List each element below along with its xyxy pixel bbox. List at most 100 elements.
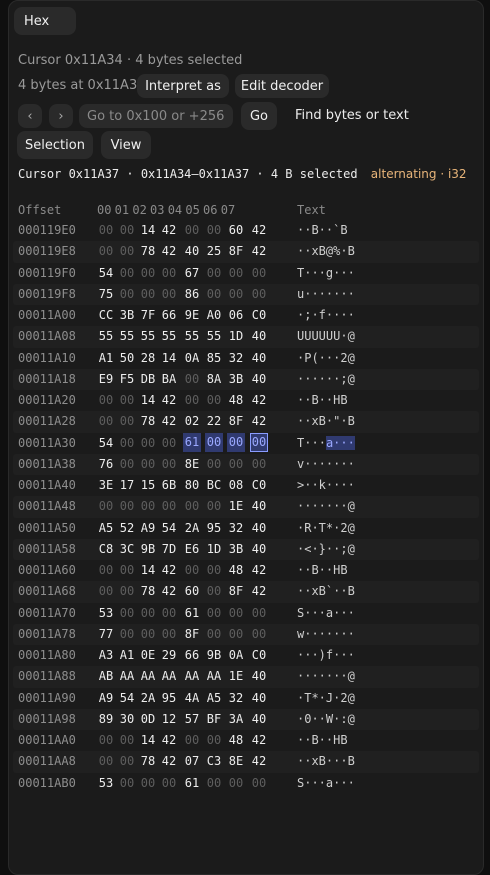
byte-cell[interactable]: 53 (97, 606, 115, 620)
byte-cell[interactable]: 00 (183, 372, 201, 386)
byte-cell[interactable]: 42 (160, 393, 178, 407)
byte-cell[interactable]: 00 (205, 393, 223, 407)
byte-cell[interactable]: 22 (205, 414, 223, 428)
byte-cell[interactable]: 12 (160, 712, 178, 726)
byte-cell[interactable]: 00 (250, 606, 268, 620)
byte-cell[interactable]: 48 (227, 733, 245, 747)
byte-cell[interactable]: 3B (227, 542, 245, 556)
byte-cell[interactable]: 00 (97, 563, 115, 577)
byte-cell[interactable]: 61 (183, 776, 201, 790)
byte-cell[interactable]: 60 (183, 584, 201, 598)
table-row[interactable]: 00011A40 3E 17 15 6B 80 BC 08 C0 >··k···· (9, 475, 483, 496)
byte-cell[interactable]: 00 (160, 266, 178, 280)
byte-cell[interactable]: C0 (250, 308, 268, 322)
byte-cell[interactable]: AA (118, 669, 136, 683)
byte-cell[interactable]: 00 (118, 414, 136, 428)
byte-cell[interactable]: 00 (183, 733, 201, 747)
byte-cell[interactable]: 60 (227, 223, 245, 237)
byte-cell[interactable]: 00 (118, 754, 136, 768)
byte-cell[interactable]: 3E (97, 478, 115, 492)
byte-cell[interactable]: A1 (118, 648, 136, 662)
byte-cell[interactable]: 0E (139, 648, 157, 662)
byte-cell[interactable]: 78 (139, 244, 157, 258)
byte-cell[interactable]: A9 (139, 521, 157, 535)
table-row[interactable]: 00011A08 55 55 55 55 55 55 1D 40 UUUUUU·@ (9, 326, 483, 348)
byte-cell[interactable]: 00 (227, 776, 245, 790)
byte-cell[interactable]: 42 (160, 563, 178, 577)
byte-cell[interactable]: 40 (183, 244, 201, 258)
table-row[interactable]: 00011A88 AB AA AA AA AA AA 1E 40 ·······@ (9, 666, 483, 688)
table-row[interactable]: 000119F0 54 00 00 00 67 00 00 00 T···g··· (9, 263, 483, 284)
byte-cell[interactable]: 00 (139, 457, 157, 471)
byte-cell[interactable]: 00 (205, 432, 223, 452)
byte-cell[interactable]: 80 (183, 478, 201, 492)
row-ascii[interactable]: ···)f··· (297, 648, 355, 662)
byte-cell[interactable]: 42 (250, 563, 268, 577)
byte-cell[interactable]: 40 (250, 351, 268, 365)
byte-cell[interactable]: 42 (250, 584, 268, 598)
row-ascii[interactable]: T···g··· (297, 266, 355, 280)
row-ascii[interactable]: ·······@ (297, 499, 355, 513)
row-ascii[interactable]: u······· (297, 287, 355, 301)
byte-cell[interactable]: 00 (205, 733, 223, 747)
row-ascii[interactable]: v······· (297, 457, 355, 471)
byte-cell[interactable]: 00 (118, 223, 136, 237)
byte-cell[interactable]: 00 (227, 606, 245, 620)
byte-cell[interactable]: 00 (205, 584, 223, 598)
byte-cell[interactable]: 8F (227, 584, 245, 598)
byte-cell[interactable]: 00 (227, 287, 245, 301)
byte-cell[interactable]: 00 (118, 287, 136, 301)
byte-cell[interactable]: 42 (160, 223, 178, 237)
byte-cell[interactable]: 2A (139, 691, 157, 705)
interpret-as-button[interactable]: Interpret as (137, 74, 229, 98)
byte-cell[interactable]: 00 (250, 287, 268, 301)
byte-cell[interactable]: 00 (139, 499, 157, 513)
byte-cell[interactable]: 28 (139, 351, 157, 365)
table-row[interactable]: 00011A18 E9 F5 DB BA 00 8A 3B 40 ······;@ (9, 368, 483, 391)
byte-cell[interactable]: 8E (227, 754, 245, 768)
byte-cell[interactable]: 30 (118, 712, 136, 726)
byte-cell[interactable]: 32 (227, 521, 245, 535)
byte-cell[interactable]: 55 (118, 329, 136, 343)
byte-cell[interactable]: 00 (139, 266, 157, 280)
row-ascii[interactable]: ··xB·"·B (297, 414, 355, 428)
byte-cell[interactable]: 57 (183, 712, 201, 726)
byte-cell[interactable]: 40 (250, 542, 268, 556)
byte-cell[interactable]: 00 (97, 584, 115, 598)
row-ascii[interactable]: ·R·T*·2@ (297, 521, 355, 535)
mode-badge[interactable]: alternating · i32 (371, 167, 467, 181)
byte-cell[interactable]: 89 (97, 712, 115, 726)
byte-cell[interactable]: 78 (139, 414, 157, 428)
byte-cell[interactable]: AA (160, 669, 178, 683)
byte-cell[interactable]: 00 (160, 287, 178, 301)
table-row[interactable]: 00011A68 00 00 78 42 60 00 8F 42 ··xB`··B (9, 581, 483, 603)
byte-cell[interactable]: 00 (97, 754, 115, 768)
byte-cell[interactable]: 00 (183, 393, 201, 407)
row-ascii[interactable]: ··B··HB (297, 393, 348, 407)
byte-cell[interactable]: 50 (118, 351, 136, 365)
table-row[interactable]: 00011A78 77 00 00 00 8F 00 00 00 w······· (9, 623, 483, 646)
byte-cell[interactable]: 00 (139, 287, 157, 301)
row-ascii[interactable]: S···a··· (297, 776, 355, 790)
byte-cell[interactable]: 15 (139, 478, 157, 492)
byte-cell[interactable]: E9 (97, 372, 115, 386)
byte-cell[interactable]: 85 (205, 351, 223, 365)
byte-cell[interactable]: 25 (205, 244, 223, 258)
byte-cell[interactable]: 00 (227, 627, 245, 641)
byte-cell[interactable]: 7D (160, 542, 178, 556)
table-row[interactable]: 00011A60 00 00 14 42 00 00 48 42 ··B··HB (9, 560, 483, 581)
table-row[interactable]: 00011A10 A1 50 28 14 0A 85 32 40 ·P(···2@ (9, 348, 483, 369)
byte-cell[interactable]: 00 (118, 266, 136, 280)
row-ascii[interactable]: w······· (297, 627, 355, 641)
row-ascii[interactable]: ··xB@%·B (297, 244, 355, 258)
byte-cell[interactable]: 06 (227, 308, 245, 322)
selection-button[interactable]: Selection (17, 131, 93, 159)
byte-cell[interactable]: 1D (227, 329, 245, 343)
row-ascii[interactable]: ··xB`··B (297, 584, 355, 598)
byte-cell[interactable]: 40 (250, 712, 268, 726)
table-row[interactable]: 00011A50 A5 52 A9 54 2A 95 32 40 ·R·T*·2@ (9, 518, 483, 539)
byte-cell[interactable]: 42 (250, 244, 268, 258)
byte-cell[interactable]: 42 (250, 414, 268, 428)
byte-cell[interactable]: 9B (139, 542, 157, 556)
byte-cell[interactable]: 0A (227, 648, 245, 662)
